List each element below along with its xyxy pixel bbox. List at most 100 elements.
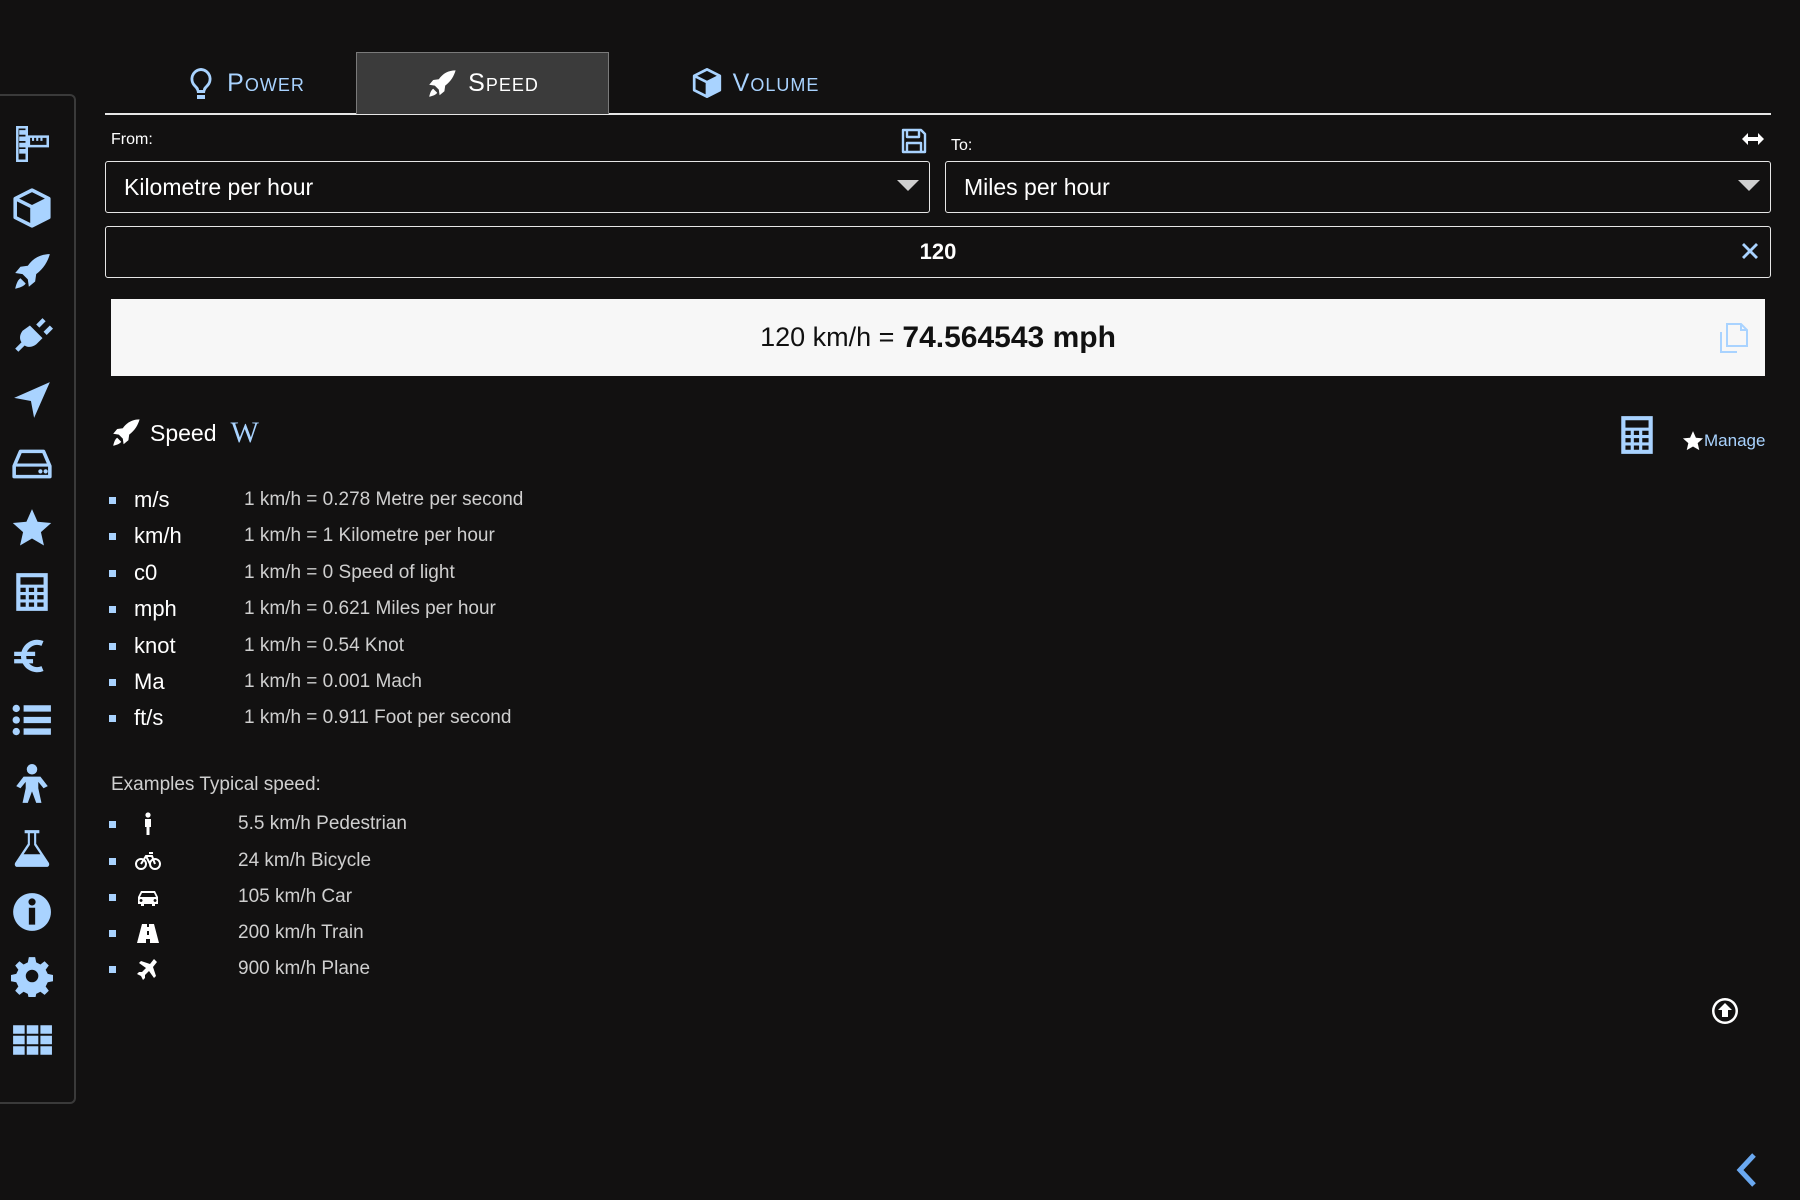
sidebar-item-power[interactable]	[10, 314, 54, 358]
calculator-button[interactable]	[1616, 413, 1658, 457]
hard-drive-icon	[12, 449, 52, 479]
sidebar-item-calculator[interactable]	[10, 570, 54, 614]
list-item: Ma 1 km/h = 0.001 Mach	[109, 667, 422, 697]
bulb-icon	[190, 68, 212, 99]
list-bullet	[109, 820, 116, 828]
sidebar-item-all[interactable]	[10, 1018, 54, 1062]
unit-description: 1 km/h = 0.001 Mach	[244, 671, 422, 692]
category-title: Speed	[150, 419, 217, 446]
sidebar-item-currency[interactable]	[10, 634, 54, 678]
tab-volume[interactable]: Volume	[665, 52, 845, 114]
swap-icon[interactable]	[1740, 126, 1766, 152]
tab-power[interactable]: Power	[145, 52, 345, 114]
manage-button[interactable]: Manage	[1682, 430, 1765, 452]
tab-power-label: Power	[227, 68, 305, 97]
cube-icon	[13, 188, 51, 228]
to-label: To:	[951, 137, 973, 154]
sidebar-item-chemistry[interactable]	[10, 826, 54, 870]
tab-speed[interactable]: Speed	[356, 52, 609, 114]
list-item: 200 km/h Train	[109, 918, 364, 948]
result-value: 74.564543 mph	[902, 320, 1116, 354]
star-icon	[12, 509, 52, 546]
calculator-icon	[16, 573, 48, 611]
unit-symbol[interactable]: Ma	[134, 669, 244, 695]
copy-icon	[1720, 323, 1748, 353]
flask-icon	[14, 830, 50, 867]
list-bullet	[109, 714, 116, 722]
tab-bar: Power Speed Volume	[105, 52, 1771, 115]
unit-symbol[interactable]: m/s	[134, 487, 244, 513]
tab-speed-label: Speed	[468, 69, 539, 97]
example-text: 5.5 km/h Pedestrian	[238, 813, 407, 834]
copy-button[interactable]	[1717, 321, 1751, 355]
unit-description: 1 km/h = 0.911 Foot per second	[244, 707, 512, 728]
to-unit-value: Miles per hour	[964, 173, 1110, 200]
unit-symbol[interactable]: ft/s	[134, 705, 244, 731]
from-label: From:	[111, 131, 153, 148]
list-item: m/s 1 km/h = 0.278 Metre per second	[109, 485, 523, 515]
child-icon	[16, 764, 48, 803]
grid-icon	[13, 1025, 52, 1055]
sidebar-item-info[interactable]	[10, 890, 54, 934]
value-input[interactable]	[105, 226, 1771, 278]
unit-description: 1 km/h = 0 Speed of light	[244, 562, 455, 583]
list-item: 5.5 km/h Pedestrian	[109, 809, 407, 839]
from-unit-select[interactable]: Kilometre per hour	[105, 161, 930, 213]
result-expression: 120 km/h =	[760, 322, 895, 352]
arrow-up-circle-icon	[1712, 998, 1738, 1024]
bicycle-icon	[135, 852, 161, 870]
example-text: 200 km/h Train	[238, 922, 364, 943]
chevron-down-icon	[1738, 180, 1760, 191]
sidebar-item-data[interactable]	[10, 442, 54, 486]
unit-description: 1 km/h = 0.278 Metre per second	[244, 489, 524, 510]
calculator-icon	[1621, 416, 1653, 454]
sidebar-item-length[interactable]	[10, 122, 54, 166]
list-bullet	[109, 496, 116, 504]
unit-symbol[interactable]: c0	[134, 560, 244, 586]
sidebar-item-favorites[interactable]	[10, 506, 54, 550]
rocket-icon	[15, 254, 50, 289]
list-bullet	[109, 569, 116, 577]
result-box: 120 km/h = 74.564543 mph	[111, 299, 1765, 376]
location-arrow-icon	[14, 382, 50, 418]
sidebar-item-speed[interactable]	[10, 250, 54, 294]
pedestrian-icon	[145, 812, 151, 835]
unit-symbol[interactable]: mph	[134, 596, 244, 622]
chevron-down-icon	[897, 180, 919, 191]
clear-button[interactable]	[1738, 239, 1762, 263]
ruler-icon	[16, 125, 50, 163]
list-bullet	[109, 532, 116, 540]
list-bullet	[109, 605, 116, 613]
sidebar-item-people[interactable]	[10, 762, 54, 806]
list-item: 900 km/h Plane	[109, 954, 370, 984]
scroll-top-button[interactable]	[1710, 996, 1740, 1026]
tab-volume-label: Volume	[732, 68, 820, 97]
unit-symbol[interactable]: knot	[134, 633, 244, 659]
list-item: ft/s 1 km/h = 0.911 Foot per second	[109, 703, 511, 733]
list-icon	[12, 704, 51, 736]
category-header: Speed W	[110, 415, 259, 451]
to-unit-select[interactable]: Miles per hour	[945, 161, 1771, 213]
unit-description: 1 km/h = 1 Kilometre per hour	[244, 525, 495, 546]
star-icon	[1682, 431, 1704, 451]
sidebar-item-volume[interactable]	[10, 186, 54, 230]
list-item: knot 1 km/h = 0.54 Knot	[109, 631, 404, 661]
cube-icon	[692, 68, 721, 98]
wikipedia-link[interactable]: W	[231, 416, 259, 450]
list-item: km/h 1 km/h = 1 Kilometre per hour	[109, 521, 495, 551]
list-item: 105 km/h Car	[109, 882, 352, 912]
unit-description: 1 km/h = 0.54 Knot	[244, 635, 405, 656]
example-text: 105 km/h Car	[238, 886, 353, 907]
gear-icon	[11, 957, 53, 997]
collapse-button[interactable]	[1732, 1150, 1762, 1190]
sidebar-item-list[interactable]	[10, 698, 54, 742]
list-bullet	[109, 893, 116, 901]
unit-symbol[interactable]: km/h	[134, 523, 244, 549]
list-bullet	[109, 929, 116, 937]
list-bullet	[109, 642, 116, 650]
sidebar-item-settings[interactable]	[10, 954, 54, 998]
sidebar-item-distance[interactable]	[10, 378, 54, 422]
close-icon	[1742, 243, 1758, 259]
save-icon[interactable]	[901, 128, 927, 154]
plug-icon	[15, 318, 53, 352]
